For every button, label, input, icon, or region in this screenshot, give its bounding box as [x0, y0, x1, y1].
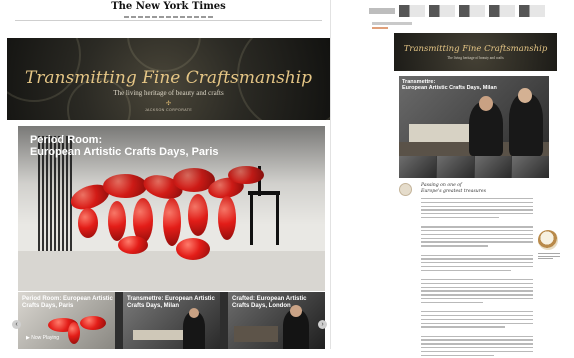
next-arrow-icon[interactable]: ›: [318, 320, 327, 329]
thumbnail-item[interactable]: [436, 156, 474, 178]
site-logo[interactable]: [369, 8, 395, 14]
breadcrumb[interactable]: [372, 22, 412, 25]
video-thumbnail-strip: [399, 156, 549, 178]
left-page-screenshot: The New York Times Transmitting Fine Cra…: [7, 0, 331, 349]
thumbnail-milan[interactable]: Transmettre: European Artistic Crafts Da…: [123, 292, 220, 349]
thumbnail-paris[interactable]: Period Room: European Artistic Crafts Da…: [18, 292, 115, 349]
thumbnail-label: Crafted: European Artistic Crafts Days, …: [232, 296, 307, 309]
thumbnail-label: Transmettre: European Artistic Crafts Da…: [127, 296, 215, 309]
right-page-screenshot: Transmitting Fine Craftsmanship The livi…: [366, 0, 574, 356]
main-video-player[interactable]: Period Room: European Artistic Crafts Da…: [18, 126, 325, 291]
thumbnail-label: Period Room: European Artistic Crafts Da…: [22, 296, 113, 309]
hero-title: Transmitting Fine Craftsmanship: [403, 44, 548, 54]
article-headline: Passing on one of Europe's greatest trea…: [421, 183, 486, 194]
image-caption: [538, 253, 560, 261]
seal-icon: [399, 183, 412, 196]
hero-subtitle: The living heritage of beauty and crafts: [447, 56, 504, 60]
video-headline: Period Room: European Artistic Crafts Da…: [30, 134, 219, 158]
nyt-masthead[interactable]: The New York Times: [7, 0, 330, 14]
thumbnail-item[interactable]: [474, 156, 512, 178]
hero-banner: Transmitting Fine Craftsmanship The livi…: [7, 38, 330, 120]
article-image[interactable]: [538, 230, 558, 250]
video-headline: Transmettre: European Artistic Crafts Da…: [402, 79, 497, 91]
brand-logo-icon: ✣: [165, 101, 172, 107]
hero-title: Transmitting Fine Craftsmanship: [24, 68, 313, 88]
thumbnail-item[interactable]: [399, 156, 436, 178]
video-thumbnail-strip: Period Room: European Artistic Crafts Da…: [18, 292, 325, 349]
article-body: [421, 198, 533, 358]
hero-banner: Transmitting Fine Craftsmanship The livi…: [394, 33, 557, 71]
prev-arrow-icon[interactable]: ‹: [12, 320, 21, 329]
top-ad-strip[interactable]: [366, 4, 574, 18]
hero-subtitle: The living heritage of beauty and crafts: [113, 89, 224, 97]
thumbnail-item[interactable]: [512, 156, 549, 178]
brand-name: JACKSON CORPORATE: [144, 108, 193, 112]
main-video-player[interactable]: Transmettre: European Artistic Crafts Da…: [399, 76, 549, 156]
now-playing-badge: ▶ Now Playing: [26, 335, 60, 341]
section-nav[interactable]: [15, 14, 322, 21]
thumbnail-london[interactable]: Crafted: European Artistic Crafts Days, …: [228, 292, 325, 349]
